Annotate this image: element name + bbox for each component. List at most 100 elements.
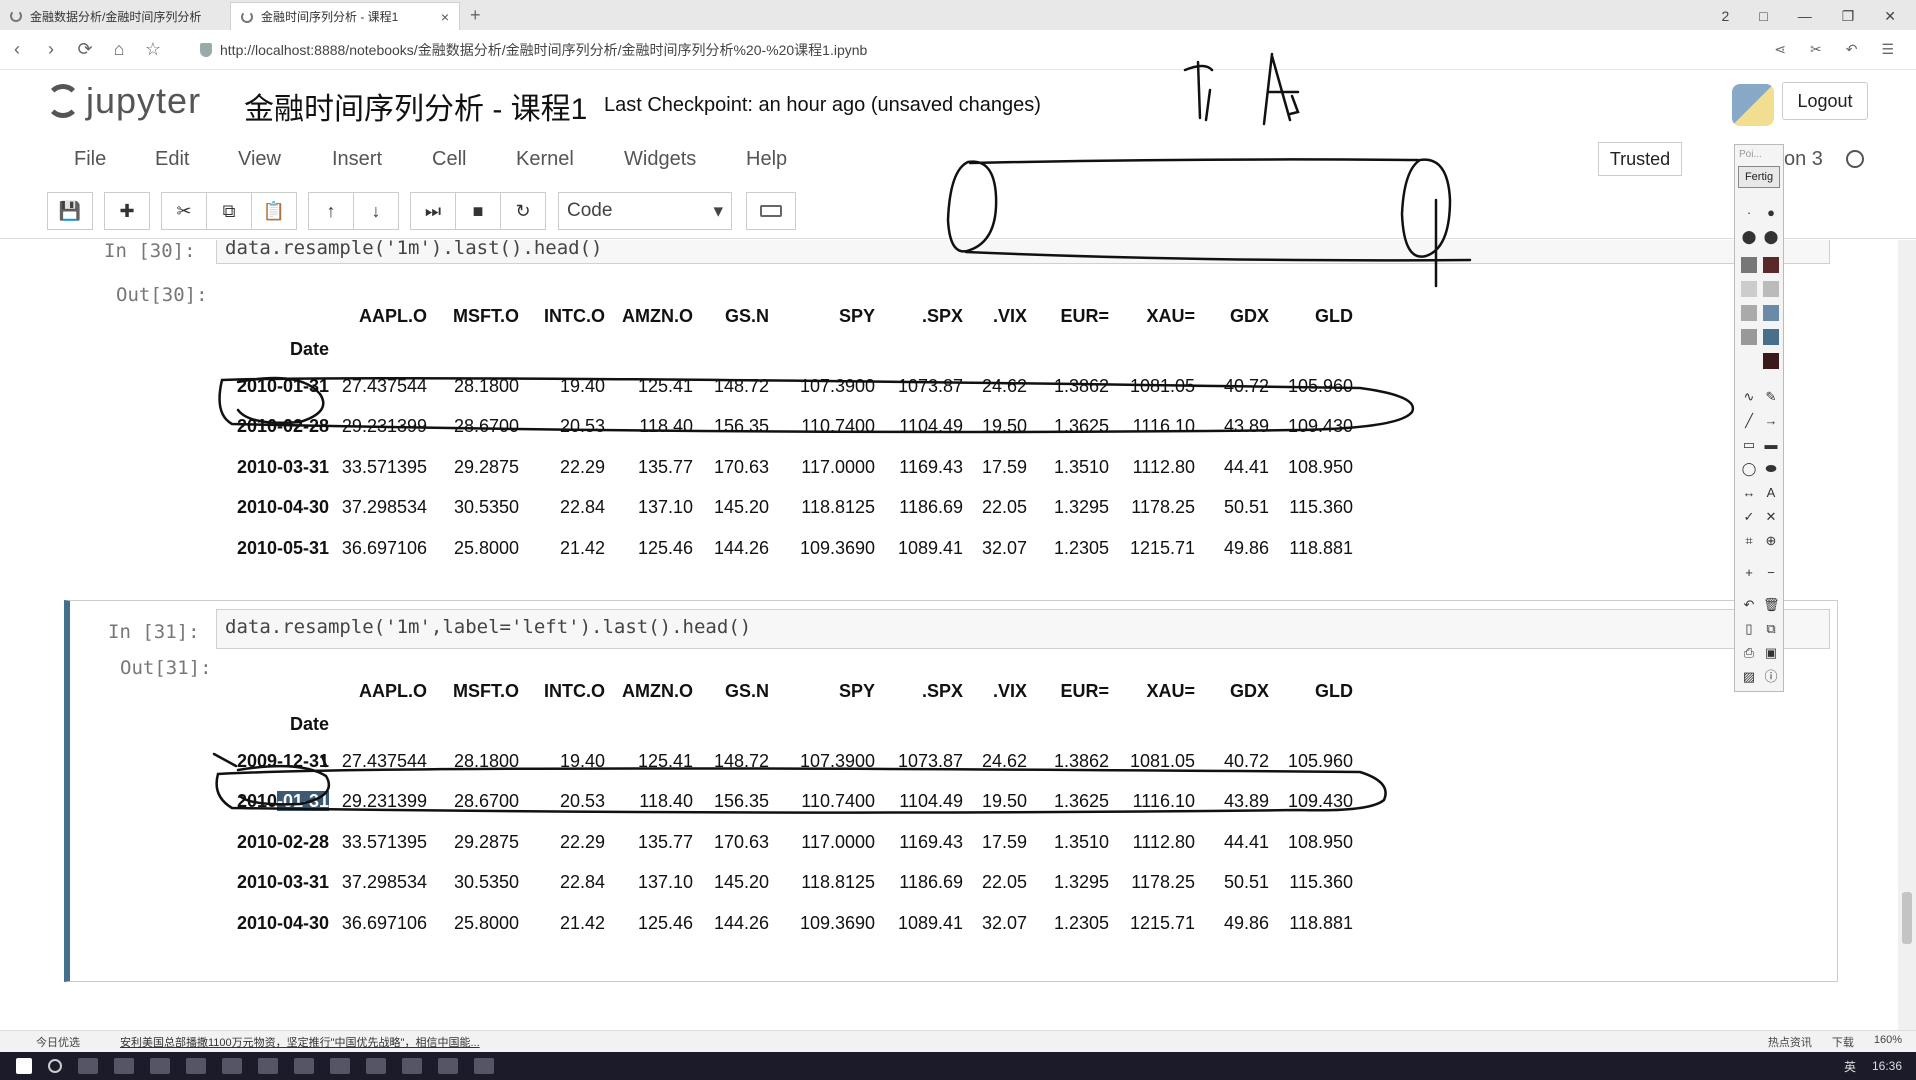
forward-icon[interactable]: › bbox=[34, 39, 68, 60]
copy-icon[interactable]: ⧉ bbox=[1763, 621, 1779, 637]
menu-edit[interactable]: Edit bbox=[155, 148, 189, 171]
ime-language[interactable]: 英 bbox=[1844, 1058, 1856, 1075]
save-icon[interactable]: 💾 bbox=[47, 192, 93, 230]
news-ticker-link[interactable]: 安利美国总部播撒1100万元物资，坚定推行"中国优先战略"，相信中国能... bbox=[120, 1034, 480, 1050]
hot-news-label[interactable]: 热点资讯 bbox=[1768, 1034, 1812, 1050]
menu-help[interactable]: Help bbox=[746, 148, 787, 171]
rectangle-icon[interactable]: ▭ bbox=[1741, 437, 1757, 453]
app-icon[interactable] bbox=[402, 1058, 422, 1074]
medium-dot-icon[interactable]: ● bbox=[1763, 205, 1779, 221]
code-input[interactable]: data.resample('1m').last().head() bbox=[216, 240, 1830, 264]
task-view-icon[interactable] bbox=[78, 1058, 98, 1074]
color-swatch-icon[interactable] bbox=[1763, 353, 1779, 369]
scissors-icon[interactable]: ✂ bbox=[1810, 41, 1822, 58]
undo-icon[interactable]: ↶ bbox=[1846, 41, 1858, 58]
image-icon[interactable]: ▨ bbox=[1741, 669, 1757, 685]
zoom-level[interactable]: 160% bbox=[1874, 1034, 1902, 1050]
app-icon[interactable] bbox=[294, 1058, 314, 1074]
ellipse-icon[interactable]: ◯ bbox=[1741, 461, 1757, 477]
color-swatch-icon[interactable] bbox=[1763, 305, 1779, 321]
browser-tab-active[interactable]: 金融时间序列分析 - 课程1 × bbox=[230, 2, 460, 30]
add-cell-icon[interactable]: ✚ bbox=[104, 192, 150, 230]
close-tab-icon[interactable]: × bbox=[441, 9, 449, 25]
minimize-button[interactable]: — bbox=[1798, 8, 1812, 24]
download-label[interactable]: 下载 bbox=[1832, 1034, 1854, 1050]
freehand-icon[interactable]: ∿ bbox=[1741, 389, 1757, 405]
windows-start-icon[interactable] bbox=[16, 1058, 32, 1074]
paste-icon[interactable]: 📋 bbox=[251, 192, 297, 230]
clock[interactable]: 16:36 bbox=[1872, 1059, 1902, 1073]
app-icon[interactable] bbox=[114, 1058, 134, 1074]
color-swatch-icon[interactable] bbox=[1763, 281, 1779, 297]
small-dot-icon[interactable]: · bbox=[1741, 205, 1757, 221]
menu-cell[interactable]: Cell bbox=[432, 148, 466, 171]
run-icon[interactable]: ⏭ bbox=[410, 192, 456, 230]
trash-icon[interactable]: 🗑 bbox=[1763, 597, 1780, 613]
arrow-icon[interactable]: → bbox=[1763, 413, 1779, 429]
print-icon[interactable]: ⎙ bbox=[1741, 645, 1757, 661]
app-icon[interactable] bbox=[438, 1058, 458, 1074]
status-left-label[interactable]: 今日优选 bbox=[0, 1034, 120, 1050]
zoom-icon[interactable]: ⊕ bbox=[1763, 533, 1779, 549]
close-window-button[interactable]: ✕ bbox=[1884, 8, 1896, 25]
new-tab-button[interactable]: + bbox=[460, 2, 491, 30]
menu-insert[interactable]: Insert bbox=[332, 148, 382, 171]
move-down-icon[interactable]: ↓ bbox=[353, 192, 399, 230]
vertical-scrollbar[interactable] bbox=[1898, 240, 1916, 1030]
share-icon[interactable]: ⋖ bbox=[1774, 41, 1786, 58]
restart-icon[interactable]: ↻ bbox=[500, 192, 546, 230]
menu-widgets[interactable]: Widgets bbox=[624, 148, 696, 171]
reload-icon[interactable]: ⟳ bbox=[68, 39, 102, 60]
cross-icon[interactable]: ✕ bbox=[1763, 509, 1779, 525]
text-icon[interactable]: A bbox=[1763, 485, 1779, 501]
undo-icon[interactable]: ↶ bbox=[1741, 597, 1757, 613]
menu-kernel[interactable]: Kernel bbox=[516, 148, 574, 171]
menu-file[interactable]: File bbox=[74, 148, 106, 171]
tab-count-icon[interactable]: 2 bbox=[1721, 8, 1729, 24]
filled-ellipse-icon[interactable]: ⬬ bbox=[1763, 461, 1779, 477]
xlarge-dot-icon[interactable]: ⬤ bbox=[1763, 229, 1779, 245]
check-icon[interactable]: ✓ bbox=[1741, 509, 1757, 525]
color-swatch-icon[interactable] bbox=[1763, 329, 1779, 345]
menu-view[interactable]: View bbox=[238, 148, 281, 171]
filled-rectangle-icon[interactable]: ▬ bbox=[1763, 437, 1779, 453]
jupyter-logo[interactable]: jupyter bbox=[46, 80, 201, 122]
cell-type-select[interactable]: Code ▾ bbox=[558, 192, 732, 230]
minus-icon[interactable]: − bbox=[1763, 565, 1779, 581]
done-button[interactable]: Fertig bbox=[1738, 166, 1780, 188]
color-swatch-icon[interactable] bbox=[1741, 305, 1757, 321]
pattern-swatch-icon[interactable] bbox=[1741, 257, 1757, 273]
browser-tab[interactable]: 金融数据分析/金融时间序列分析 bbox=[0, 2, 230, 30]
double-arrow-icon[interactable]: ↔ bbox=[1741, 485, 1757, 501]
back-icon[interactable]: ‹ bbox=[0, 39, 34, 60]
logout-button[interactable]: Logout bbox=[1782, 82, 1868, 120]
line-icon[interactable]: ╱ bbox=[1741, 413, 1757, 429]
app-icon[interactable] bbox=[474, 1058, 494, 1074]
scrollbar-thumb[interactable] bbox=[1902, 892, 1912, 944]
notebook-title[interactable]: 金融时间序列分析 - 课程1 bbox=[244, 84, 587, 128]
app-icon[interactable] bbox=[222, 1058, 242, 1074]
app-icon[interactable] bbox=[150, 1058, 170, 1074]
color-swatch-icon[interactable] bbox=[1741, 329, 1757, 345]
menu-icon[interactable]: ☰ bbox=[1881, 41, 1894, 58]
new-page-icon[interactable]: ▯ bbox=[1741, 621, 1757, 637]
app-icon[interactable] bbox=[330, 1058, 350, 1074]
url-field[interactable]: http://localhost:8888/notebooks/金融数据分析/金… bbox=[200, 40, 867, 60]
keyboard-icon[interactable] bbox=[746, 192, 796, 230]
crop-icon[interactable]: ⌗ bbox=[1741, 533, 1757, 549]
app-icon[interactable] bbox=[258, 1058, 278, 1074]
star-icon[interactable]: ☆ bbox=[136, 39, 170, 60]
app-icon[interactable] bbox=[366, 1058, 386, 1074]
code-cell-31[interactable]: In [31]: data.resample('1m',label='left'… bbox=[64, 600, 1838, 982]
stop-icon[interactable]: ■ bbox=[455, 192, 501, 230]
trusted-badge[interactable]: Trusted bbox=[1598, 142, 1682, 176]
info-icon[interactable]: ⓘ bbox=[1763, 669, 1779, 685]
cut-icon[interactable]: ✂ bbox=[161, 192, 207, 230]
home-icon[interactable]: ⌂ bbox=[102, 39, 136, 60]
color-swatch-icon[interactable] bbox=[1741, 281, 1757, 297]
plus-icon[interactable]: + bbox=[1741, 565, 1757, 581]
shirt-icon[interactable]: □ bbox=[1759, 8, 1767, 24]
large-dot-icon[interactable]: ⬤ bbox=[1741, 229, 1757, 245]
code-input[interactable]: data.resample('1m',label='left').last().… bbox=[216, 609, 1830, 649]
app-icon[interactable] bbox=[186, 1058, 206, 1074]
